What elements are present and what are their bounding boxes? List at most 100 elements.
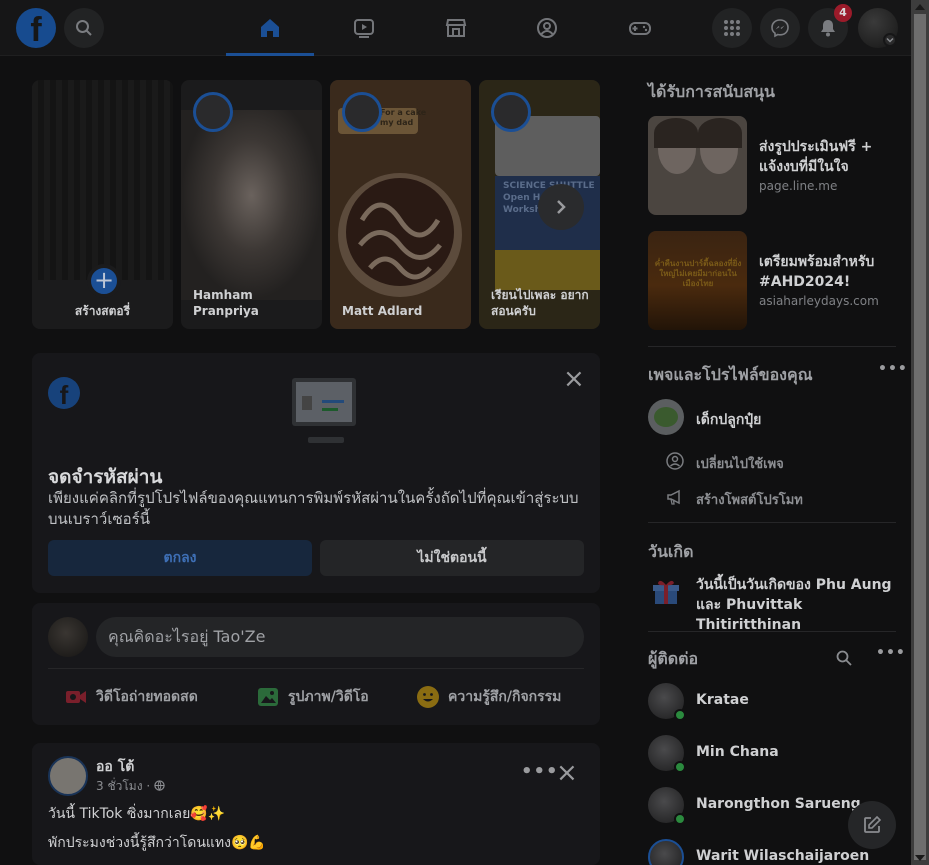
password-card-description: เพียงแค่คลิกที่รูปโปรไฟล์ของคุณแทนการพิม… xyxy=(48,489,579,528)
new-message-button[interactable] xyxy=(848,801,896,849)
story-author-name: Matt Adlard xyxy=(342,304,423,318)
divider xyxy=(48,668,584,669)
online-status-icon xyxy=(674,709,686,721)
messenger-icon xyxy=(771,19,789,38)
contact-name: Kratae xyxy=(696,692,749,708)
feeling-icon xyxy=(417,686,439,708)
more-options-icon[interactable]: ••• xyxy=(876,645,906,661)
ad-image[interactable] xyxy=(648,116,747,215)
facebook-logo[interactable]: f xyxy=(16,8,56,49)
ad-domain[interactable]: page.line.me xyxy=(759,179,837,193)
more-options-icon[interactable]: ••• xyxy=(878,361,908,377)
divider xyxy=(648,346,896,347)
device-illustration-icon xyxy=(292,378,356,426)
globe-icon xyxy=(154,780,165,791)
chevron-down-icon[interactable] xyxy=(883,33,897,47)
live-video-icon xyxy=(66,691,86,703)
scrollbar-thumb[interactable] xyxy=(914,14,926,860)
create-story-card[interactable]: + สร้างสตอรี่ xyxy=(32,80,173,329)
story-card[interactable]: For a cake my dad Matt Adlard xyxy=(330,80,471,329)
contact-item[interactable]: Min Chana xyxy=(648,735,898,775)
gift-icon xyxy=(653,580,679,604)
close-icon[interactable]: × xyxy=(563,366,585,392)
grid-menu-icon xyxy=(724,20,740,36)
facebook-home: f 4 + สร้างสตอรี่ Hamham Pranpriya For a… xyxy=(0,0,929,865)
avatar xyxy=(648,839,684,865)
notifications-button[interactable]: 4 xyxy=(808,4,852,48)
stories-next-button[interactable] xyxy=(538,184,584,230)
video-icon xyxy=(354,19,374,38)
scroll-up-arrow-icon[interactable] xyxy=(915,4,925,10)
feeling-activity-button[interactable]: ความรู้สึก/กิจกรรม xyxy=(416,684,561,710)
notification-badge: 4 xyxy=(834,4,852,22)
contact-name: Narongthon Sarueng xyxy=(696,796,861,812)
story-author-name: เรียนไปเพละ อยาก สอนครับ xyxy=(491,288,589,318)
page-name[interactable]: เด็กปลูกปุ๋ย xyxy=(696,409,761,431)
search-icon[interactable] xyxy=(835,649,853,667)
contact-name: Min Chana xyxy=(696,744,779,760)
photo-video-button[interactable]: รูปภาพ/วิดีโอ xyxy=(256,684,369,710)
search-button[interactable] xyxy=(64,8,104,48)
sponsored-heading: ได้รับการสนับสนุน xyxy=(648,82,775,101)
story-image xyxy=(181,110,322,300)
plus-icon: + xyxy=(87,264,121,298)
tab-gaming[interactable] xyxy=(596,0,684,56)
story-card[interactable]: Hamham Pranpriya xyxy=(181,80,322,329)
contact-name: Warit Wilaschaijaroen xyxy=(696,848,870,864)
ad-domain[interactable]: asiaharleydays.com xyxy=(759,294,879,308)
post-author[interactable]: ออ โต้ xyxy=(96,756,134,778)
post-text-line: พักประมงช่วงนี้รู้สึกว่าโดนแทง🥺💪 xyxy=(48,835,266,851)
story-avatar xyxy=(193,92,233,132)
bell-icon xyxy=(821,20,835,37)
story-image xyxy=(32,80,173,280)
create-story-label: สร้างสตอรี่ xyxy=(74,304,131,318)
ad-title[interactable]: ส่งรูปประเมินฟรี + แจ้งงบที่มีในใจ xyxy=(759,137,899,177)
tab-watch[interactable] xyxy=(320,0,408,56)
create-promotion-link[interactable]: สร้างโพสต์โปรโมท xyxy=(696,489,803,510)
search-icon xyxy=(76,20,92,36)
messenger-button[interactable] xyxy=(760,8,800,48)
avatar[interactable] xyxy=(48,617,88,657)
ok-button[interactable]: ตกลง xyxy=(48,540,312,576)
tab-marketplace[interactable] xyxy=(412,0,500,56)
post-text-line: วันนี้ TikTok ซิ่งมากเลย🥰✨ xyxy=(48,806,226,822)
ad-image-text: ค่ำคืนงานปาร์ตี้ฉลองที่ยิ่งใหญ่ไม่เคยมีม… xyxy=(654,259,742,288)
chevron-right-icon xyxy=(557,200,566,214)
story-overlay-text: For a cake my dad xyxy=(380,108,427,127)
photo-video-label: รูปภาพ/วิดีโอ xyxy=(288,689,369,705)
ad-image[interactable]: ค่ำคืนงานปาร์ตี้ฉลองที่ยิ่งใหญ่ไม่เคยมีม… xyxy=(648,231,747,330)
tab-groups[interactable] xyxy=(503,0,591,56)
online-status-icon xyxy=(674,813,686,825)
menu-button[interactable] xyxy=(712,8,752,48)
megaphone-icon xyxy=(667,489,680,505)
photo-icon xyxy=(258,688,278,706)
post-time-text: 3 ชั่วโมง · xyxy=(96,779,151,793)
not-now-button[interactable]: ไม่ใช่ตอนนี้ xyxy=(320,540,584,576)
avatar[interactable] xyxy=(48,756,88,796)
story-author-name: Hamham Pranpriya xyxy=(193,288,259,318)
post-timestamp[interactable]: 3 ชั่วโมง · xyxy=(96,777,165,796)
page-avatar[interactable] xyxy=(648,399,684,435)
compose-icon xyxy=(864,815,882,833)
contact-item[interactable]: Kratae xyxy=(648,683,898,723)
tab-home[interactable] xyxy=(226,0,314,56)
contacts-heading: ผู้ติดต่อ xyxy=(648,649,699,668)
story-avatar xyxy=(342,92,382,132)
divider xyxy=(648,631,896,632)
birthday-text[interactable]: วันนี้เป็นวันเกิดของ Phu Aung และ Phuvit… xyxy=(696,575,896,635)
composer-input[interactable]: คุณคิดอะไรอยู่ Tao'Ze xyxy=(96,617,584,657)
switch-profile-icon xyxy=(666,452,684,470)
live-video-label: วิดีโอถ่ายทอดสด xyxy=(96,689,198,705)
divider xyxy=(648,522,896,523)
ad-title[interactable]: เตรียมพร้อมสำหรับ #AHD2024! xyxy=(759,252,899,292)
top-navigation-bar: f 4 xyxy=(0,0,911,56)
switch-to-page-link[interactable]: เปลี่ยนไปใช้เพจ xyxy=(696,453,784,474)
scroll-down-arrow-icon[interactable] xyxy=(915,855,925,861)
more-options-icon[interactable]: ••• xyxy=(521,761,559,782)
close-icon[interactable]: × xyxy=(556,760,578,786)
live-video-button[interactable]: วิดีโอถ่ายทอดสด xyxy=(64,684,198,710)
facebook-logo: f xyxy=(48,377,80,410)
story-avatar xyxy=(491,92,531,132)
home-icon xyxy=(261,19,279,37)
marketplace-icon xyxy=(445,19,467,37)
